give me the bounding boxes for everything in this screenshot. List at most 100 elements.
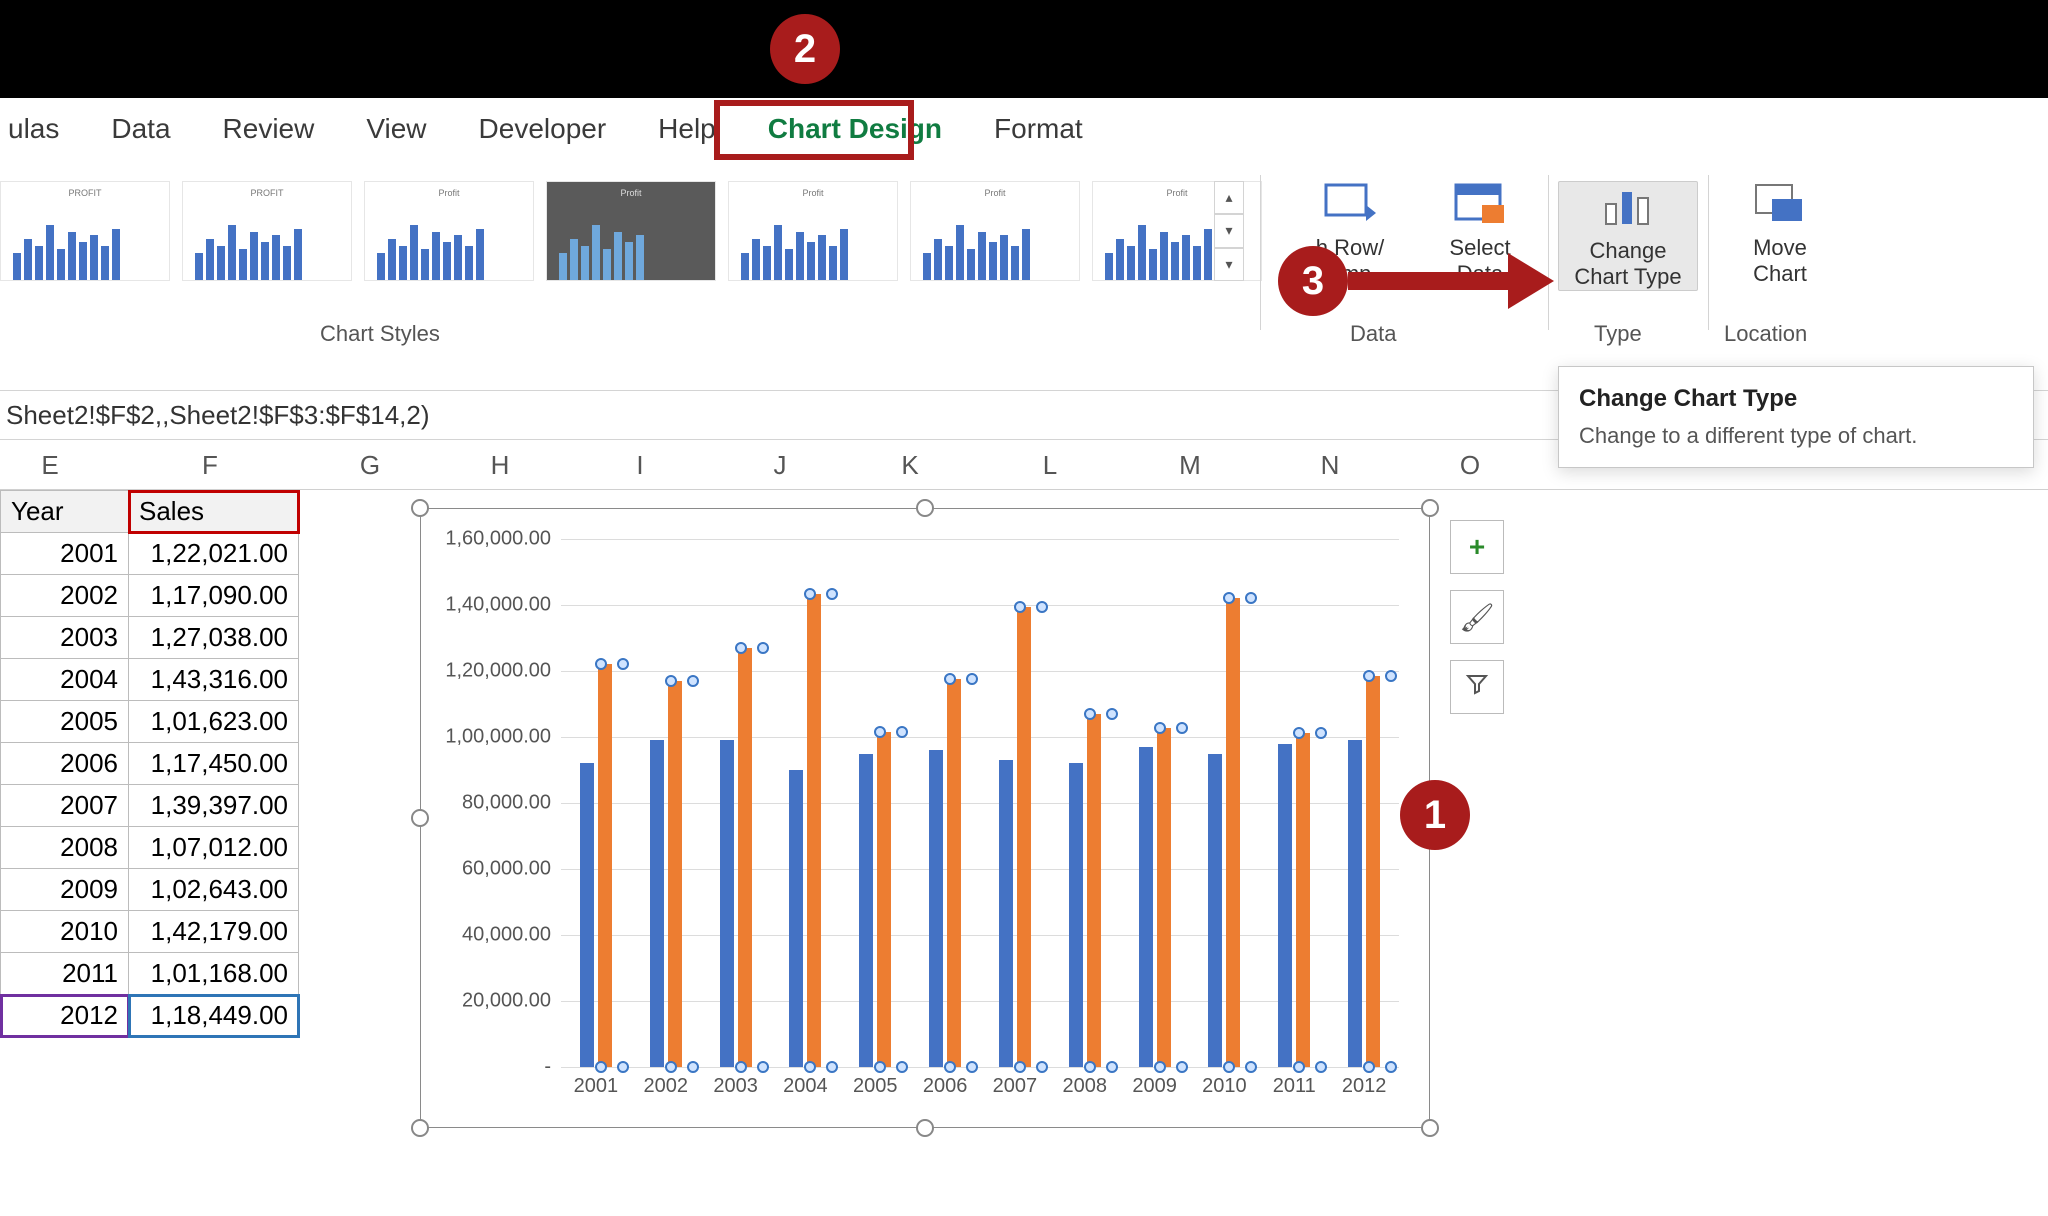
col-E[interactable]: E <box>0 450 120 481</box>
change-chart-type-button[interactable]: Change Chart Type <box>1558 181 1698 291</box>
cell-year[interactable]: 2011 <box>1 953 129 995</box>
tab-help[interactable]: Help <box>654 107 720 151</box>
chart-bar-series1[interactable] <box>1139 747 1153 1067</box>
chart-handle-ml[interactable] <box>411 809 429 827</box>
chart-styles-scroll-down[interactable]: ▾ <box>1214 214 1244 247</box>
cell-sales[interactable]: 1,42,179.00 <box>129 911 299 953</box>
chart-bar-series2[interactable] <box>1226 598 1240 1067</box>
cell-sales[interactable]: 1,22,021.00 <box>129 533 299 575</box>
cell-year[interactable]: 2012 <box>1 995 129 1037</box>
chart-filters-button[interactable] <box>1450 660 1504 714</box>
cell-year[interactable]: 2008 <box>1 827 129 869</box>
cell-year[interactable]: 2007 <box>1 785 129 827</box>
cell-sales[interactable]: 1,01,168.00 <box>129 953 299 995</box>
chart-style-thumb-3[interactable]: Profit <box>364 181 534 281</box>
chart-bar-series2[interactable] <box>1366 676 1380 1067</box>
chart-handle-bc[interactable] <box>916 1119 934 1137</box>
chart-handle-tc[interactable] <box>916 499 934 517</box>
chart-bar-series1[interactable] <box>1348 740 1362 1067</box>
cell-sales[interactable]: 1,27,038.00 <box>129 617 299 659</box>
chart-styles-scroll[interactable]: ▴ ▾ ▾ <box>1214 181 1244 281</box>
chart-bar-series2[interactable] <box>1017 607 1031 1067</box>
chart-bar-series2[interactable] <box>668 681 682 1067</box>
cell-sales[interactable]: 1,39,397.00 <box>129 785 299 827</box>
cell-sales[interactable]: 1,43,316.00 <box>129 659 299 701</box>
move-chart-button[interactable]: Move Chart <box>1720 181 1840 287</box>
col-O[interactable]: O <box>1400 450 1540 481</box>
col-J[interactable]: J <box>710 450 850 481</box>
worksheet-data[interactable]: YearSales 20011,22,021.00 20021,17,090.0… <box>0 490 299 1037</box>
chart-bar-series2[interactable] <box>807 594 821 1067</box>
chart-handle-bl[interactable] <box>411 1119 429 1137</box>
select-data-icon <box>1452 181 1508 225</box>
tab-developer[interactable]: Developer <box>475 107 611 151</box>
funnel-icon <box>1465 671 1489 703</box>
chart-bar-series1[interactable] <box>789 770 803 1067</box>
chart-style-thumb-1[interactable]: PROFIT <box>0 181 170 281</box>
cell-year[interactable]: 2003 <box>1 617 129 659</box>
chart-bar-series2[interactable] <box>1296 733 1310 1067</box>
cell-year[interactable]: 2002 <box>1 575 129 617</box>
cell-sales[interactable]: 1,17,090.00 <box>129 575 299 617</box>
chart-handle-tr[interactable] <box>1421 499 1439 517</box>
chart-bar-series1[interactable] <box>580 763 594 1067</box>
header-sales[interactable]: Sales <box>129 491 299 533</box>
cell-year[interactable]: 2005 <box>1 701 129 743</box>
cell-sales[interactable]: 1,02,643.00 <box>129 869 299 911</box>
chart-plot-area[interactable]: -20,000.0040,000.0060,000.0080,000.001,0… <box>561 539 1399 1067</box>
cell-sales[interactable]: 1,01,623.00 <box>129 701 299 743</box>
chart-bar-series2[interactable] <box>1087 714 1101 1067</box>
chart-handle-tl[interactable] <box>411 499 429 517</box>
chart-styles-scroll-more[interactable]: ▾ <box>1214 248 1244 281</box>
chart-style-thumb-2[interactable]: PROFIT <box>182 181 352 281</box>
chart-bar-series1[interactable] <box>1208 754 1222 1068</box>
chart-bar-series1[interactable] <box>650 740 664 1067</box>
chart-styles-button[interactable]: 🖌 <box>1450 590 1504 644</box>
chart-bar-series1[interactable] <box>929 750 943 1067</box>
chart-style-thumb-4[interactable]: Profit <box>546 181 716 281</box>
chart-bar-series2[interactable] <box>738 648 752 1067</box>
col-M[interactable]: M <box>1120 450 1260 481</box>
col-H[interactable]: H <box>430 450 570 481</box>
col-G[interactable]: G <box>300 450 440 481</box>
chart-styles-gallery[interactable]: PROFIT PROFIT Profit Profit Profit Profi… <box>0 181 1274 281</box>
chart-bar-series2[interactable] <box>598 664 612 1067</box>
col-N[interactable]: N <box>1260 450 1400 481</box>
cell-sales[interactable]: 1,17,450.00 <box>129 743 299 785</box>
cell-sales[interactable]: 1,18,449.00 <box>129 995 299 1037</box>
chart-bar-series2[interactable] <box>1157 728 1171 1067</box>
cell-year[interactable]: 2010 <box>1 911 129 953</box>
header-year[interactable]: Year <box>1 491 129 533</box>
tab-formulas[interactable]: ulas <box>4 107 63 151</box>
annotation-callout-3: 3 <box>1278 246 1348 316</box>
cell-year[interactable]: 2001 <box>1 533 129 575</box>
embedded-chart[interactable]: -20,000.0040,000.0060,000.0080,000.001,0… <box>420 508 1430 1128</box>
cell-year[interactable]: 2004 <box>1 659 129 701</box>
col-L[interactable]: L <box>980 450 1120 481</box>
chart-handle-br[interactable] <box>1421 1119 1439 1137</box>
cell-year[interactable]: 2009 <box>1 869 129 911</box>
chart-style-thumb-6[interactable]: Profit <box>910 181 1080 281</box>
tab-chart-design[interactable]: Chart Design <box>764 107 946 151</box>
tab-review[interactable]: Review <box>219 107 319 151</box>
chart-bar-series1[interactable] <box>1278 744 1292 1067</box>
chart-bar-series1[interactable] <box>859 754 873 1068</box>
chart-y-tick: 1,20,000.00 <box>445 660 551 683</box>
tab-format[interactable]: Format <box>990 107 1087 151</box>
chart-bar-series1[interactable] <box>720 740 734 1067</box>
cell-year[interactable]: 2006 <box>1 743 129 785</box>
chart-elements-button[interactable]: + <box>1450 520 1504 574</box>
chart-bar-series1[interactable] <box>999 760 1013 1067</box>
cell-sales[interactable]: 1,07,012.00 <box>129 827 299 869</box>
tab-data[interactable]: Data <box>107 107 174 151</box>
chart-bar-series2[interactable] <box>947 679 961 1067</box>
col-F[interactable]: F <box>140 450 280 481</box>
chart-bar-series1[interactable] <box>1069 763 1083 1067</box>
col-K[interactable]: K <box>840 450 980 481</box>
col-I[interactable]: I <box>570 450 710 481</box>
chart-bar-series2[interactable] <box>877 732 891 1067</box>
chart-y-tick: 1,40,000.00 <box>445 594 551 617</box>
chart-styles-scroll-up[interactable]: ▴ <box>1214 181 1244 214</box>
chart-style-thumb-5[interactable]: Profit <box>728 181 898 281</box>
tab-view[interactable]: View <box>362 107 430 151</box>
